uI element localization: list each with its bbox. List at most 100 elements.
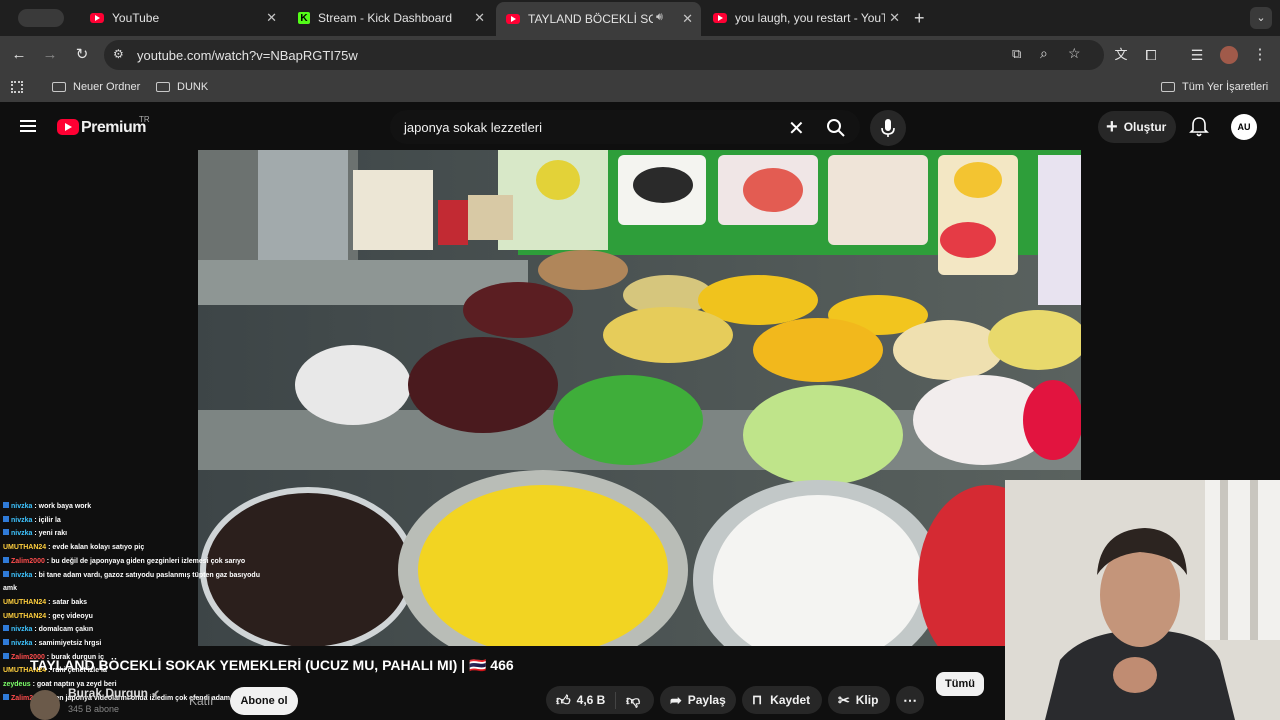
- chat-message: nivzka : içilir la: [0, 514, 275, 528]
- profile-avatar[interactable]: [1220, 46, 1238, 64]
- chat-username: UMUTHAN24: [3, 612, 47, 620]
- thumbs-up-icon: 👍︎: [556, 691, 571, 708]
- tab-title: Stream - Kick Dashboard: [318, 11, 453, 25]
- browser-tab-kick[interactable]: K Stream - Kick Dashboard ✕: [288, 4, 493, 32]
- chat-badge-icon: [3, 625, 9, 632]
- chat-badge-icon: [3, 570, 9, 577]
- subscribe-button[interactable]: Abone ol: [230, 687, 298, 715]
- chat-text: satar baks: [52, 598, 88, 606]
- folder-icon: [1161, 82, 1175, 92]
- chat-message: UMUTHAN24 : satar baks: [0, 596, 275, 610]
- clear-search-icon[interactable]: ✕: [788, 116, 805, 141]
- all-bookmarks-label: Tüm Yer İşaretleri: [1182, 81, 1269, 93]
- search-input[interactable]: japonya sokak lezzetleri ✕: [390, 110, 860, 144]
- save-button[interactable]: ⊓ Kaydet: [742, 686, 822, 714]
- join-button[interactable]: Katıl: [176, 687, 226, 715]
- all-bookmarks-folder[interactable]: Tüm Yer İşaretleri: [1161, 81, 1268, 93]
- chat-text: domalcam çakın: [38, 626, 94, 634]
- more-horizontal-icon: ⋯: [903, 691, 917, 708]
- like-dislike-group: 👍︎ 4,6 B 👎︎: [546, 686, 654, 714]
- browser-tab-youtube[interactable]: YouTube ✕: [80, 4, 285, 32]
- forward-button[interactable]: →: [40, 45, 60, 65]
- create-button[interactable]: + Oluştur: [1098, 111, 1176, 143]
- chat-username: zeydeus: [3, 681, 31, 689]
- channel-avatar[interactable]: [30, 690, 60, 720]
- search-icon: [827, 119, 845, 137]
- more-actions-button[interactable]: ⋯: [896, 686, 924, 714]
- notifications-button[interactable]: [1189, 116, 1209, 143]
- video-frame-image: [198, 150, 1081, 646]
- address-bar[interactable]: ⚙︎ youtube.com/watch?v=NBapRGTI75w ⧉ ⌕ ☆: [104, 40, 1104, 70]
- tab-title: TAYLAND BÖCEKLİ SOKA: [528, 12, 653, 26]
- install-app-icon[interactable]: ⧉: [1012, 46, 1021, 62]
- url-text[interactable]: youtube.com/watch?v=NBapRGTI75w: [137, 48, 358, 63]
- back-button[interactable]: ←: [9, 45, 29, 65]
- chat-username: Zalim2000: [11, 557, 45, 565]
- close-tab-icon[interactable]: ✕: [474, 10, 485, 26]
- chat-message: nivzka : samimiyetsiz hrgsi: [0, 637, 275, 651]
- chat-username: nivzka: [11, 626, 33, 634]
- extensions-icon[interactable]: ⧠: [1141, 45, 1161, 65]
- menu-icon[interactable]: [20, 120, 36, 132]
- share-icon: ➦: [670, 691, 682, 708]
- scissors-icon: ✂︎: [838, 691, 850, 708]
- chat-badge-icon: [3, 556, 9, 563]
- site-info-icon[interactable]: ⚙︎: [113, 47, 124, 61]
- voice-search-button[interactable]: [870, 110, 906, 146]
- chat-message: UMUTHAN24 : evde kalan kolayı satıyo piç: [0, 541, 275, 555]
- channel-name[interactable]: Burak Durgun ✔︎: [68, 686, 160, 700]
- browser-menu-icon[interactable]: ⋮: [1250, 45, 1270, 65]
- tab-list-button[interactable]: ⌄: [1250, 7, 1272, 29]
- chat-badge-icon: [3, 529, 9, 536]
- youtube-logo-icon[interactable]: [57, 119, 79, 135]
- chat-badge-icon: [3, 515, 9, 522]
- video-player[interactable]: [198, 150, 1081, 646]
- tab-title: YouTube: [112, 11, 160, 25]
- reading-list-icon[interactable]: ☰: [1187, 45, 1207, 65]
- speaker-icon[interactable]: 🔊︎: [656, 11, 663, 24]
- reload-button[interactable]: ↻: [72, 45, 92, 65]
- chat-text: evde kalan kolayı satıyo piç: [52, 544, 145, 552]
- translate-icon[interactable]: 文: [1111, 45, 1131, 65]
- chat-text: work baya work: [38, 503, 92, 510]
- chat-badge-icon: [3, 502, 9, 508]
- clip-button[interactable]: ✂︎ Klip: [828, 686, 890, 714]
- youtube-favicon-icon: [90, 13, 104, 23]
- close-tab-icon[interactable]: ✕: [266, 10, 277, 26]
- account-avatar[interactable]: AU: [1231, 114, 1257, 140]
- like-button[interactable]: 👍︎ 4,6 B: [546, 691, 616, 709]
- bookmark-folder-dunk[interactable]: DUNK: [156, 81, 208, 93]
- bookmark-folder-neuer-ordner[interactable]: Neuer Ordner: [52, 81, 140, 93]
- tab-search-button[interactable]: [18, 9, 64, 27]
- chat-text: geç videoyu: [52, 612, 93, 620]
- browser-tab-bar: YouTube ✕ K Stream - Kick Dashboard ✕ TA…: [0, 0, 1280, 36]
- chat-message: Zalim2000 : bu değil de japonyaya giden …: [0, 555, 275, 569]
- share-button[interactable]: ➦ Paylaş: [660, 686, 736, 714]
- youtube-premium-logo-text[interactable]: Premium: [81, 119, 146, 137]
- webcam-overlay: [1005, 480, 1280, 720]
- folder-icon: [52, 82, 66, 92]
- chat-text: içilir la: [38, 516, 61, 524]
- browser-tab-video-active[interactable]: TAYLAND BÖCEKLİ SOKA 🔊︎ ✕: [496, 2, 701, 36]
- dislike-button[interactable]: 👎︎: [616, 692, 640, 709]
- filter-chip-all[interactable]: Tümü: [936, 672, 984, 696]
- bookmark-star-icon[interactable]: ☆: [1068, 45, 1081, 62]
- close-tab-icon[interactable]: ✕: [682, 11, 693, 27]
- chat-message: UMUTHAN24 : geç videoyu: [0, 610, 275, 624]
- share-label: Paylaş: [687, 693, 726, 707]
- chat-message: nivzka : yeni rakı: [0, 527, 275, 541]
- chat-message: nivzka : bi tane adam vardı, gazoz satıy…: [0, 569, 275, 596]
- close-tab-icon[interactable]: ✕: [889, 10, 900, 26]
- apps-grid-icon[interactable]: [11, 81, 23, 93]
- chat-badge-icon: [3, 693, 9, 700]
- browser-tab-laugh[interactable]: you laugh, you restart - YouTu ✕: [703, 4, 908, 32]
- new-tab-button[interactable]: +: [914, 8, 925, 29]
- search-query[interactable]: japonya sokak lezzetleri: [404, 120, 542, 135]
- search-button[interactable]: [826, 118, 846, 143]
- tab-title: you laugh, you restart - YouTu: [735, 11, 885, 25]
- folder-icon: [156, 82, 170, 92]
- youtube-favicon-icon: [506, 14, 520, 24]
- chat-username: UMUTHAN24: [3, 544, 47, 552]
- zoom-icon[interactable]: ⌕: [1040, 45, 1048, 62]
- bookmark-icon: ⊓: [752, 692, 763, 707]
